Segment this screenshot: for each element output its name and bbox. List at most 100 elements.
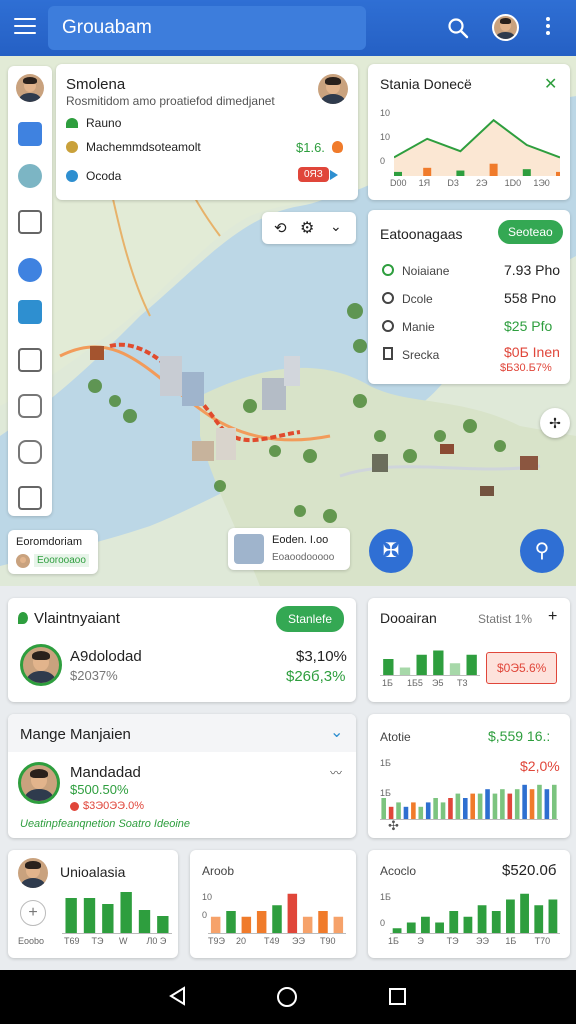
- layers-icon[interactable]: [18, 122, 42, 146]
- location-icon: [18, 612, 28, 624]
- bottom-avatar[interactable]: [18, 858, 48, 888]
- maintenance-button[interactable]: Stanlefe: [276, 606, 345, 632]
- profile-icon[interactable]: [18, 164, 42, 188]
- chart-bar: [406, 922, 416, 934]
- stats-x-axis: D00 1Я D3 2Э 1D0 1Э0: [388, 178, 560, 190]
- overview-row-label: Rauno: [86, 116, 122, 130]
- map-chip-right[interactable]: Eoden. I.oo Eoaoodooooo: [228, 528, 350, 570]
- settings-icon[interactable]: ✣: [388, 818, 399, 834]
- map-fab-left[interactable]: ✠: [369, 529, 413, 573]
- user-avatar[interactable]: [492, 14, 519, 41]
- bag-icon[interactable]: [18, 300, 42, 324]
- chip-title: Eoden. I.oo: [272, 534, 329, 546]
- chart-bar: [448, 798, 453, 820]
- back-icon[interactable]: [168, 986, 188, 1006]
- manage-footer[interactable]: Ueatinpfeanqnetion Soatro Ideoine: [20, 818, 190, 830]
- trend-title: Atotie: [380, 730, 411, 744]
- maintenance-sub: $2037%: [70, 668, 118, 683]
- maintenance-name: A9dolodad: [70, 648, 142, 665]
- chart-tick-label: Л0 Э: [146, 936, 167, 946]
- location-icon: [382, 264, 394, 276]
- map-chip-left[interactable]: Eoromdoriam Eoorooaoo: [8, 530, 98, 574]
- search-icon[interactable]: [446, 16, 470, 40]
- chart-tick-label: Т69: [64, 936, 80, 946]
- chart-bar: [411, 802, 416, 820]
- chart-bar: [435, 922, 444, 934]
- overview-subtitle: Rosmitidom amo proatiefod dimedjanet: [66, 94, 275, 108]
- puzzle-icon[interactable]: [18, 394, 42, 418]
- chart-bar: [522, 784, 527, 820]
- chart-bar: [462, 798, 468, 820]
- chart-bar: [83, 898, 96, 934]
- trend-value2: $2,0%: [520, 758, 560, 774]
- bottom-left-bar-chart: [62, 892, 172, 934]
- overview-avatar[interactable]: [318, 74, 348, 104]
- add-icon[interactable]: +: [20, 900, 46, 926]
- budget-title: Eatoonagaas: [380, 226, 463, 242]
- chart-tick-label: Т70: [534, 936, 551, 946]
- chip-sub: Eoaoodooooo: [272, 552, 335, 563]
- grid-icon[interactable]: [18, 486, 42, 510]
- chart-tick-label: W: [119, 936, 128, 946]
- chart-bar: [449, 911, 459, 934]
- manage-avatar[interactable]: [18, 762, 60, 804]
- chart-bar: [529, 789, 535, 820]
- stats-card: Stania Doneсё ✕ 10 10 0 D00 1Я D3 2Э 1D0 1Э0: [368, 64, 570, 200]
- chart-bar: [65, 898, 77, 934]
- chart-bar: [333, 916, 344, 934]
- chart-bar: [241, 916, 252, 934]
- more-options-icon[interactable]: [545, 17, 551, 39]
- budget-row-value: $25 Pfo: [504, 318, 553, 334]
- maintenance-value: $3,10%: [296, 648, 347, 665]
- settings-icon[interactable]: ⚙: [300, 218, 314, 238]
- chart-bar: [556, 171, 560, 176]
- leaf-icon: [66, 118, 78, 128]
- arrow-icon[interactable]: [330, 170, 338, 180]
- chart-bar: [507, 793, 513, 820]
- chart-bar: [449, 663, 461, 676]
- chart-bar: [463, 916, 473, 934]
- chart-bar: [102, 904, 114, 934]
- close-icon[interactable]: ✕: [544, 74, 557, 94]
- map-fab-right[interactable]: ⚲: [520, 529, 564, 573]
- compass-icon[interactable]: [18, 258, 42, 282]
- card-icon[interactable]: [18, 348, 42, 372]
- map-pin-icon[interactable]: ✢: [540, 408, 570, 438]
- bottom-right-x-axis: 1Б Э ТЭ ЭЭ 1Б Т70: [386, 936, 562, 948]
- manage-value2: $3Э0ЭЭ.0%: [83, 800, 145, 812]
- chevron-down-icon[interactable]: ⌄: [330, 218, 342, 235]
- chart-tick-label: ТЭ: [446, 936, 459, 946]
- budget-button[interactable]: Seoteao: [498, 220, 563, 244]
- shield-icon[interactable]: [18, 440, 42, 464]
- trend-value: $,559 16.:: [488, 728, 551, 744]
- chart-bar: [466, 654, 477, 676]
- chart-tick-label: 1Я: [418, 178, 431, 188]
- chart-tick-label: Т3: [457, 678, 468, 688]
- chart-bar: [440, 802, 446, 820]
- home-icon[interactable]: [277, 987, 297, 1007]
- chart-bar: [210, 916, 221, 934]
- undo-icon[interactable]: ⟲: [274, 219, 287, 237]
- menu-icon[interactable]: [14, 18, 36, 36]
- budget-row-label: Noiaiane: [402, 264, 450, 278]
- chart-tick-label: Э: [417, 936, 424, 946]
- chevron-down-icon[interactable]: ⌄: [330, 722, 343, 742]
- maintenance-avatar[interactable]: [20, 644, 62, 686]
- chart-bar: [544, 789, 550, 820]
- add-icon[interactable]: +: [548, 608, 557, 626]
- building-icon: [234, 534, 264, 564]
- chart-bar: [383, 659, 394, 676]
- chip-sub: Eoorooaoo: [34, 554, 89, 567]
- bottom-mid-title: Aroob: [202, 864, 235, 878]
- chart-bar: [433, 650, 444, 676]
- chart-bar: [492, 793, 498, 820]
- chart-tick-label: Т9Э: [208, 936, 225, 946]
- bottom-mid-card: Aroob 10 0 Т9Э 20 Т49 ЭЭ Т90: [190, 850, 356, 958]
- shop-icon[interactable]: [18, 210, 42, 234]
- chart-bar: [477, 793, 483, 820]
- overview-card: Smolena Rosmitidom amo proatiefod dimedj…: [56, 64, 358, 200]
- doc-badge: $0Э5.6%: [486, 652, 558, 684]
- chart-tick-label: ЭЭ: [292, 936, 305, 946]
- sidebar-avatar[interactable]: [16, 74, 44, 102]
- recents-icon[interactable]: [389, 988, 406, 1005]
